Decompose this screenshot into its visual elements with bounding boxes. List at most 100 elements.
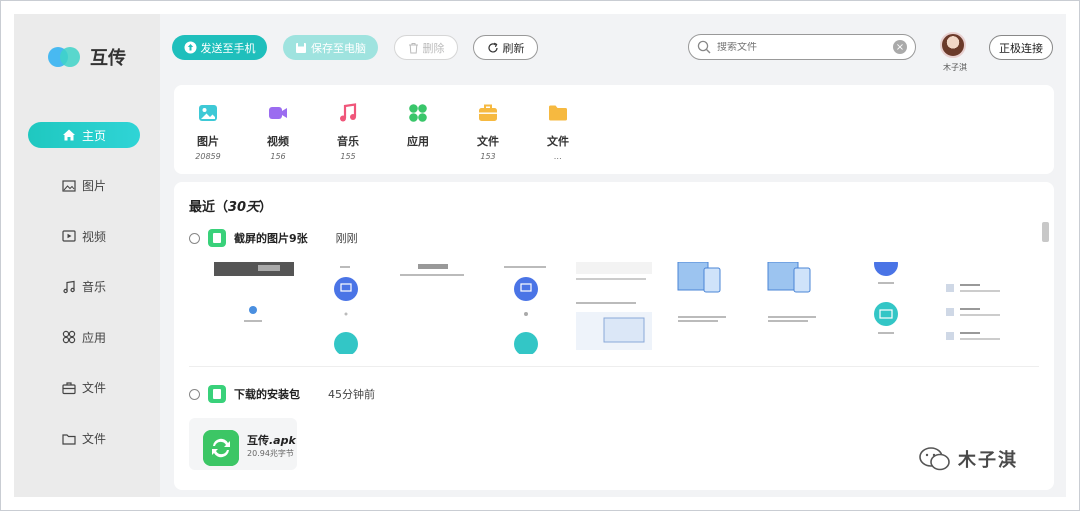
sidebar-item-label: 主页 bbox=[81, 128, 106, 143]
category-count: … bbox=[554, 152, 562, 161]
category-label: 图片 bbox=[197, 135, 219, 148]
refresh-button[interactable]: 刷新 bbox=[473, 35, 538, 60]
screenshot-thumbnail[interactable] bbox=[484, 262, 568, 354]
group-time: 刚刚 bbox=[335, 232, 358, 245]
group-name: 截屏的图片9张 bbox=[234, 232, 308, 245]
video-icon bbox=[62, 230, 76, 242]
scrollbar-thumb[interactable] bbox=[1042, 222, 1049, 242]
upload-icon bbox=[184, 41, 196, 54]
recent-panel: 最近（30天） 截屏的图片9张 刚刚 下载的安装包 45分钟前 互传.apk 2… bbox=[174, 182, 1054, 490]
sidebar-item-label: 文件 bbox=[81, 432, 106, 447]
file-group-icon bbox=[208, 385, 226, 403]
group-installers: 下载的安装包 45分钟前 bbox=[189, 385, 375, 403]
group-select-radio[interactable] bbox=[189, 232, 200, 244]
category-folders[interactable]: 文件 … bbox=[528, 103, 588, 161]
group-time: 45分钟前 bbox=[328, 388, 375, 401]
group-name: 下载的安装包 bbox=[234, 388, 300, 401]
sidebar-item-video[interactable]: 视频 bbox=[28, 223, 140, 249]
sidebar-item-images[interactable]: 图片 bbox=[28, 173, 140, 199]
recent-title: 最近（30天） bbox=[189, 200, 273, 215]
apps-icon bbox=[409, 104, 427, 122]
search-icon bbox=[697, 40, 711, 54]
category-label: 音乐 bbox=[337, 135, 359, 148]
sidebar-item-home[interactable]: 主页 bbox=[28, 122, 140, 148]
sidebar-item-label: 视频 bbox=[81, 229, 106, 244]
clear-search-icon[interactable]: × bbox=[893, 40, 907, 54]
category-bar: 图片 20859 视频 156 音乐 155 应用 文件 153 文件 … bbox=[174, 85, 1054, 174]
screenshot-thumbnail[interactable] bbox=[754, 262, 838, 354]
video-icon bbox=[269, 107, 287, 119]
sidebar-item-label: 应用 bbox=[81, 330, 106, 345]
sidebar-item-label: 图片 bbox=[81, 179, 106, 194]
category-label: 应用 bbox=[407, 135, 429, 148]
delete-label: 删除 bbox=[422, 41, 445, 55]
app-name: 互传 bbox=[90, 48, 126, 69]
image-icon bbox=[62, 179, 76, 192]
category-label: 视频 bbox=[267, 135, 289, 148]
screenshot-thumbnail[interactable] bbox=[664, 262, 748, 354]
save-to-pc-label: 保存至电脑 bbox=[311, 41, 366, 55]
trash-icon bbox=[408, 42, 418, 53]
search-box: × bbox=[688, 34, 916, 60]
send-to-phone-button[interactable]: 发送至手机 bbox=[172, 35, 267, 60]
refresh-icon bbox=[487, 42, 498, 52]
send-to-phone-label: 发送至手机 bbox=[200, 41, 256, 55]
category-count: 155 bbox=[340, 152, 356, 161]
apk-file-size: 20.94兆字节 bbox=[247, 449, 294, 458]
sidebar: 互传 主页 图片 视频 音乐 应用 文件 文件 bbox=[14, 14, 160, 497]
group-divider bbox=[189, 366, 1039, 367]
category-count: 20859 bbox=[195, 152, 221, 161]
screenshot-thumbnail[interactable] bbox=[394, 262, 478, 354]
avatar[interactable] bbox=[940, 32, 966, 58]
sidebar-item-apps[interactable]: 应用 bbox=[28, 324, 140, 350]
category-music[interactable]: 音乐 155 bbox=[318, 103, 378, 161]
music-icon bbox=[63, 280, 75, 293]
category-count: 153 bbox=[480, 152, 496, 161]
save-icon bbox=[296, 42, 306, 53]
wechat-watermark: 木子淇 bbox=[918, 446, 1018, 472]
screenshot-thumbnail[interactable] bbox=[574, 262, 658, 354]
connect-button[interactable]: 正极连接 bbox=[989, 35, 1053, 60]
search-input[interactable] bbox=[717, 41, 887, 53]
apps-icon bbox=[62, 331, 76, 344]
screenshot-thumbnail[interactable] bbox=[934, 262, 1018, 354]
screenshot-thumbnail[interactable] bbox=[214, 262, 298, 354]
group-select-radio[interactable] bbox=[189, 388, 200, 400]
image-icon bbox=[199, 105, 217, 121]
category-video[interactable]: 视频 156 bbox=[248, 103, 308, 161]
sidebar-item-music[interactable]: 音乐 bbox=[28, 274, 140, 300]
briefcase-icon bbox=[62, 382, 76, 395]
category-count: 156 bbox=[270, 152, 286, 161]
watermark-text: 木子淇 bbox=[958, 450, 1018, 471]
briefcase-icon bbox=[479, 104, 497, 121]
folder-icon bbox=[549, 105, 567, 121]
category-label: 文件 bbox=[547, 135, 569, 148]
screenshot-thumbnail[interactable] bbox=[844, 262, 928, 354]
sidebar-item-docs[interactable]: 文件 bbox=[28, 375, 140, 401]
sidebar-item-label: 文件 bbox=[81, 381, 106, 396]
main-area: 发送至手机 保存至电脑 删除 刷新 × 木子淇 正极连接 图片 20859 bbox=[160, 14, 1066, 497]
category-label: 文件 bbox=[477, 135, 499, 148]
sidebar-item-folders[interactable]: 文件 bbox=[28, 426, 140, 452]
sidebar-nav: 主页 图片 视频 音乐 应用 文件 文件 bbox=[28, 122, 140, 476]
toolbar: 发送至手机 保存至电脑 删除 刷新 × 木子淇 正极连接 bbox=[160, 14, 1066, 82]
user-name: 木子淇 bbox=[943, 63, 967, 72]
category-images[interactable]: 图片 20859 bbox=[178, 103, 238, 161]
apk-file-name: 互传.apk bbox=[247, 434, 296, 447]
screenshot-thumbnail[interactable] bbox=[304, 262, 388, 354]
category-apps[interactable]: 应用 bbox=[388, 103, 448, 152]
file-group-icon bbox=[208, 229, 226, 247]
apk-file-card[interactable]: 互传.apk 20.94兆字节 bbox=[189, 418, 297, 470]
save-to-pc-button[interactable]: 保存至电脑 bbox=[283, 35, 378, 60]
folder-icon bbox=[62, 433, 76, 445]
home-icon bbox=[62, 129, 75, 141]
sidebar-item-label: 音乐 bbox=[81, 280, 106, 295]
screenshot-thumbnails bbox=[214, 262, 1024, 354]
logo-icon bbox=[48, 45, 84, 69]
delete-button[interactable]: 删除 bbox=[394, 35, 458, 60]
scrollbar[interactable] bbox=[1040, 212, 1050, 490]
wechat-icon bbox=[919, 447, 950, 471]
category-docs[interactable]: 文件 153 bbox=[458, 103, 518, 161]
music-icon bbox=[340, 103, 357, 122]
group-screenshots: 截屏的图片9张 刚刚 bbox=[189, 229, 358, 247]
